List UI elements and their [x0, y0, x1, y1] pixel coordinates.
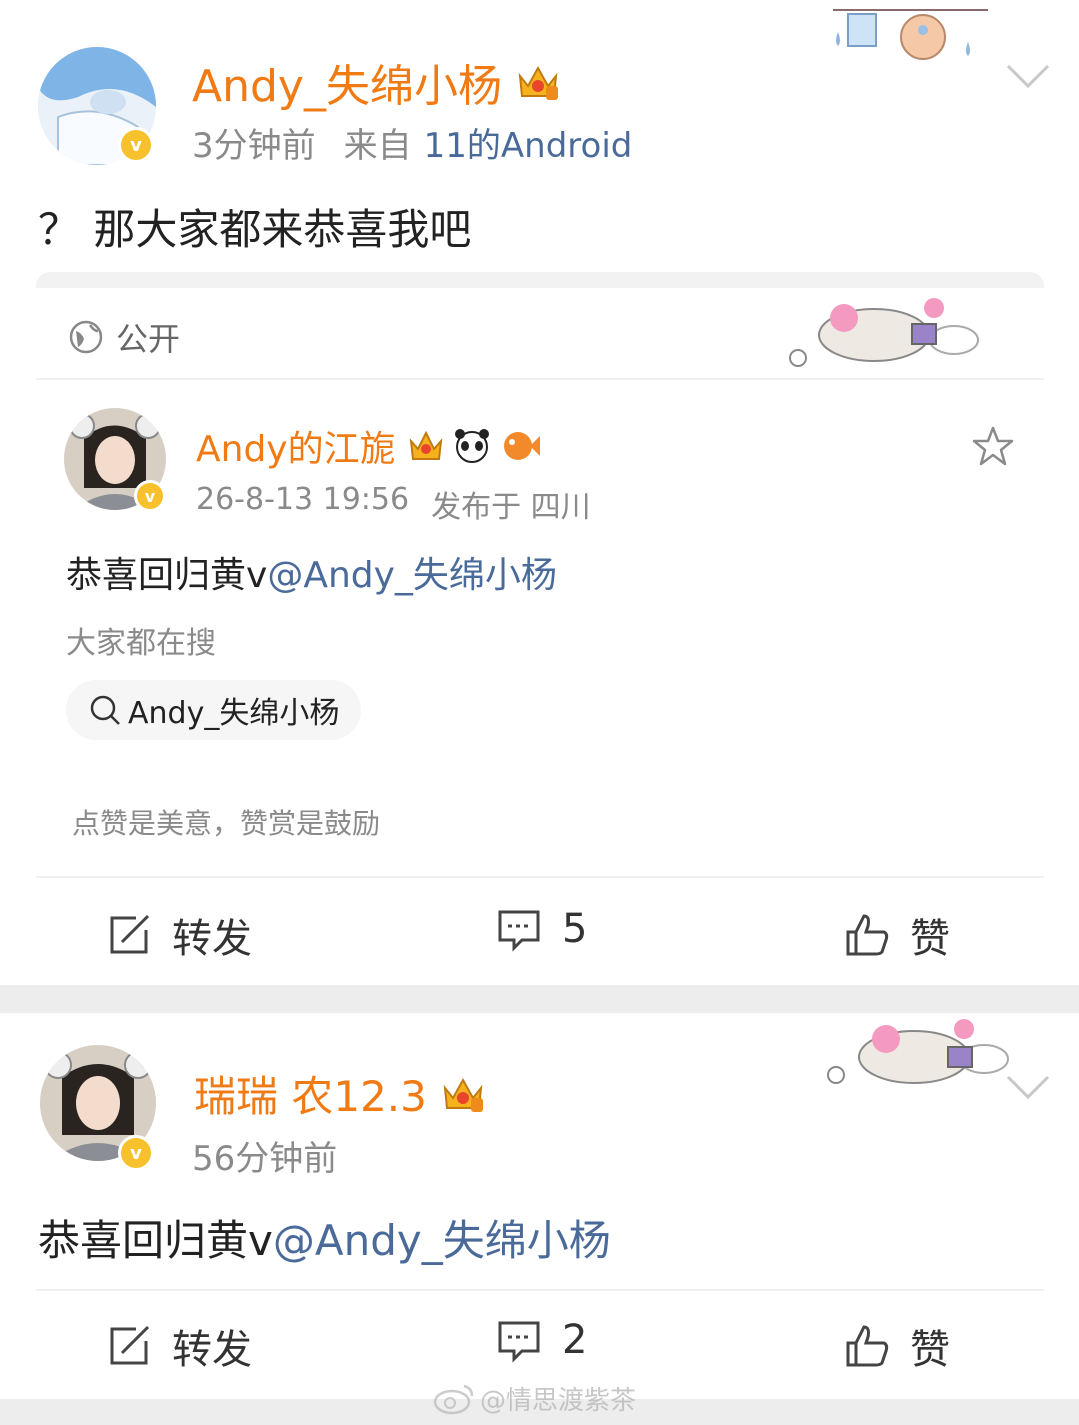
unicorn-sticker-icon: [827, 1019, 1009, 1084]
post-source[interactable]: 11的Android: [424, 118, 633, 167]
action-bar: 转发 2 赞: [0, 1315, 1079, 1377]
divider: [36, 1289, 1044, 1291]
visibility-row: 公开: [68, 314, 180, 360]
search-hint: 大家都在搜: [66, 626, 216, 661]
post-text: ？ 那大家都来恭喜我吧: [38, 205, 472, 254]
post-meta: 3分钟前 来自 11的Android: [192, 118, 632, 167]
comment-icon: [498, 910, 540, 952]
source-prefix: 来自: [343, 126, 412, 166]
username[interactable]: Andy_失绵小杨: [192, 50, 502, 114]
globe-icon: [69, 320, 103, 354]
post-time: 56分钟前: [192, 1139, 338, 1179]
verified-badge-icon: v: [134, 480, 166, 512]
verified-badge-icon: v: [118, 127, 154, 163]
comment-button[interactable]: 5: [496, 906, 587, 952]
crown-badge-icon: [409, 430, 442, 460]
watermark-text: @情思渡紫茶: [480, 1386, 637, 1416]
mention-link[interactable]: @Andy_失绵小杨: [267, 555, 557, 596]
chevron-down-icon[interactable]: [1005, 62, 1051, 90]
footer-note: 点赞是美意，赞赏是鼓励: [72, 807, 381, 840]
repost-text: 恭喜回归黄v@Andy_失绵小杨: [66, 546, 557, 598]
decoration-sticker-icon: [833, 9, 988, 60]
repost-icon: [110, 1325, 150, 1365]
panda-icon: [454, 429, 489, 463]
repost-icon: [110, 914, 150, 954]
repost-username-row: Andy的江旎: [196, 420, 540, 472]
crown-badge-icon: [518, 65, 558, 100]
action-bar: 转发 5 赞: [0, 902, 1079, 964]
divider: [36, 876, 1044, 878]
thumbs-up-icon: [846, 1325, 889, 1367]
thumbs-up-icon: [846, 914, 889, 956]
verified-badge-icon: v: [118, 1135, 154, 1171]
repost-location: 发布于 四川: [431, 490, 591, 525]
comment-count: 5: [562, 906, 588, 952]
post-card-1: v Andy_失绵小杨 3分钟前 来自 11的Android ？ 那大家都来恭喜…: [0, 0, 1079, 985]
search-chip[interactable]: Andy_失绵小杨: [66, 680, 362, 740]
username-row: 瑞瑞 农12.3: [194, 1063, 485, 1124]
username-row: Andy_失绵小杨: [192, 50, 560, 114]
post-time: 3分钟前: [192, 126, 316, 166]
username[interactable]: 瑞瑞 农12.3: [194, 1063, 427, 1124]
comment-button[interactable]: 2: [496, 1317, 587, 1363]
mention-link[interactable]: @Andy_失绵小杨: [273, 1216, 611, 1265]
repost-button[interactable]: 转发: [106, 1317, 252, 1375]
comment-count: 2: [562, 1317, 588, 1363]
star-icon[interactable]: [972, 426, 1014, 466]
like-button[interactable]: 赞: [844, 1317, 950, 1375]
comment-icon: [498, 1321, 540, 1363]
repost-text-main: 恭喜回归黄v: [66, 555, 268, 596]
post-text: 恭喜回归黄v@Andy_失绵小杨: [38, 1207, 611, 1268]
repost-label: 转发: [172, 916, 252, 962]
visibility-label: 公开: [116, 320, 181, 358]
repost-button[interactable]: 转发: [106, 906, 252, 964]
like-label: 赞: [910, 916, 950, 962]
like-label: 赞: [910, 1327, 950, 1373]
repost-meta: 26-8-13 19:56 发布于 四川: [196, 482, 591, 526]
search-chip-label: Andy_失绵小杨: [128, 696, 340, 731]
feed-separator: [0, 985, 1079, 1013]
crown-badge-icon: [443, 1077, 483, 1112]
divider: [36, 378, 1044, 380]
watermark: @情思渡紫茶: [432, 1380, 636, 1417]
post-card-2: v 瑞瑞 农12.3 56分钟前 恭喜回归黄v@Andy_失绵小杨 转发 2 赞: [0, 1013, 1079, 1425]
fish-icon: [503, 432, 540, 460]
weibo-logo-icon: [433, 1384, 474, 1414]
unicorn-sticker-icon: [789, 298, 979, 367]
search-icon: [90, 695, 120, 725]
repost-label: 转发: [172, 1327, 252, 1373]
chevron-down-icon[interactable]: [1005, 1073, 1051, 1101]
repost-username[interactable]: Andy的江旎: [196, 420, 396, 472]
post-text-main: 恭喜回归黄v: [38, 1216, 273, 1265]
like-button[interactable]: 赞: [844, 906, 950, 964]
repost-datetime: 26-8-13 19:56: [196, 482, 410, 517]
